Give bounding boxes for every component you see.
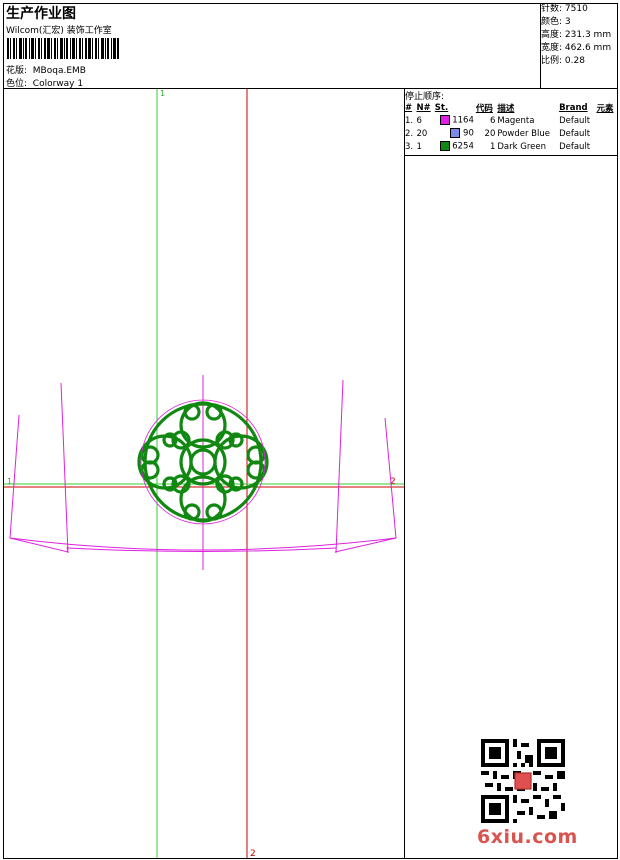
- watermark-logo: 6xiu.com: [477, 826, 578, 848]
- qr-code-icon: [481, 739, 565, 823]
- design-canvas: 1 2 1 2: [4, 89, 404, 859]
- axis-label-left: 1: [7, 477, 12, 486]
- axis-label-top: 1: [160, 89, 165, 98]
- axis-label-bottom: 2: [250, 849, 256, 859]
